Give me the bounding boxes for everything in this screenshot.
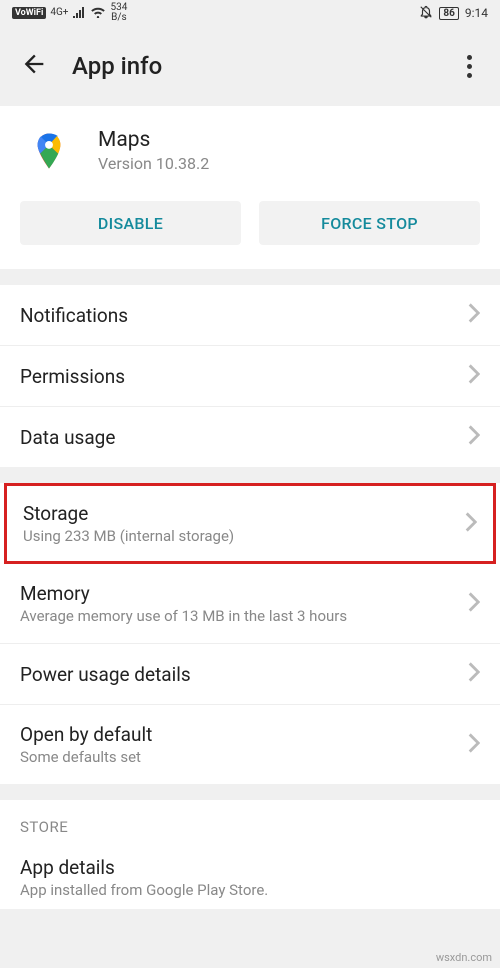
app-summary: Maps Version 10.38.2: [0, 106, 500, 201]
app-name: Maps: [98, 128, 209, 152]
store-section: STORE App details App installed from Goo…: [0, 800, 500, 909]
chevron-right-icon: [468, 425, 480, 449]
memory-item[interactable]: Memory Average memory use of 13 MB in th…: [0, 564, 500, 644]
memory-label: Memory: [20, 582, 468, 605]
back-arrow-icon[interactable]: [20, 50, 48, 82]
page-title: App info: [72, 52, 459, 80]
signal-bars-icon: [72, 6, 86, 21]
network-speed: 534 B/s: [110, 3, 127, 23]
power-label: Power usage details: [20, 663, 468, 686]
chevron-right-icon: [468, 592, 480, 616]
settings-list-1: Notifications Permissions Data usage: [0, 285, 500, 467]
app-bar: App info: [0, 26, 500, 106]
permissions-item[interactable]: Permissions: [0, 346, 500, 407]
maps-app-icon: [28, 130, 70, 172]
data-usage-item[interactable]: Data usage: [0, 407, 500, 467]
watermark: wsxdn.com: [436, 951, 492, 964]
app-details-subtitle: App installed from Google Play Store.: [20, 881, 480, 899]
app-version: Version 10.38.2: [98, 154, 209, 173]
store-section-header: STORE: [0, 800, 500, 842]
battery-indicator: 86: [439, 7, 458, 20]
chevron-right-icon: [468, 662, 480, 686]
disable-button[interactable]: DISABLE: [20, 201, 241, 245]
settings-list-2: Storage Using 233 MB (internal storage) …: [0, 483, 500, 784]
app-details-label: App details: [20, 856, 480, 879]
data-usage-label: Data usage: [20, 426, 468, 449]
memory-subtitle: Average memory use of 13 MB in the last …: [20, 607, 468, 625]
notifications-off-icon: [419, 5, 433, 22]
chevron-right-icon: [468, 733, 480, 757]
chevron-right-icon: [465, 512, 477, 536]
network-type: 4G+: [50, 8, 68, 18]
force-stop-button[interactable]: FORCE STOP: [259, 201, 480, 245]
vowifi-badge: VoWiFi: [12, 7, 46, 19]
storage-label: Storage: [23, 502, 465, 525]
power-usage-item[interactable]: Power usage details: [0, 644, 500, 705]
clock: 9:14: [465, 6, 488, 20]
notifications-item[interactable]: Notifications: [0, 285, 500, 346]
open-default-subtitle: Some defaults set: [20, 748, 468, 766]
storage-subtitle: Using 233 MB (internal storage): [23, 527, 465, 545]
more-options-icon[interactable]: [459, 47, 480, 86]
chevron-right-icon: [468, 364, 480, 388]
notifications-label: Notifications: [20, 304, 468, 327]
storage-item[interactable]: Storage Using 233 MB (internal storage): [4, 483, 496, 564]
wifi-icon: [90, 6, 106, 21]
chevron-right-icon: [468, 303, 480, 327]
status-bar: VoWiFi 4G+ 534 B/s 86 9:14: [0, 0, 500, 26]
open-default-label: Open by default: [20, 723, 468, 746]
app-details-item[interactable]: App details App installed from Google Pl…: [0, 842, 500, 909]
open-by-default-item[interactable]: Open by default Some defaults set: [0, 705, 500, 784]
permissions-label: Permissions: [20, 365, 468, 388]
